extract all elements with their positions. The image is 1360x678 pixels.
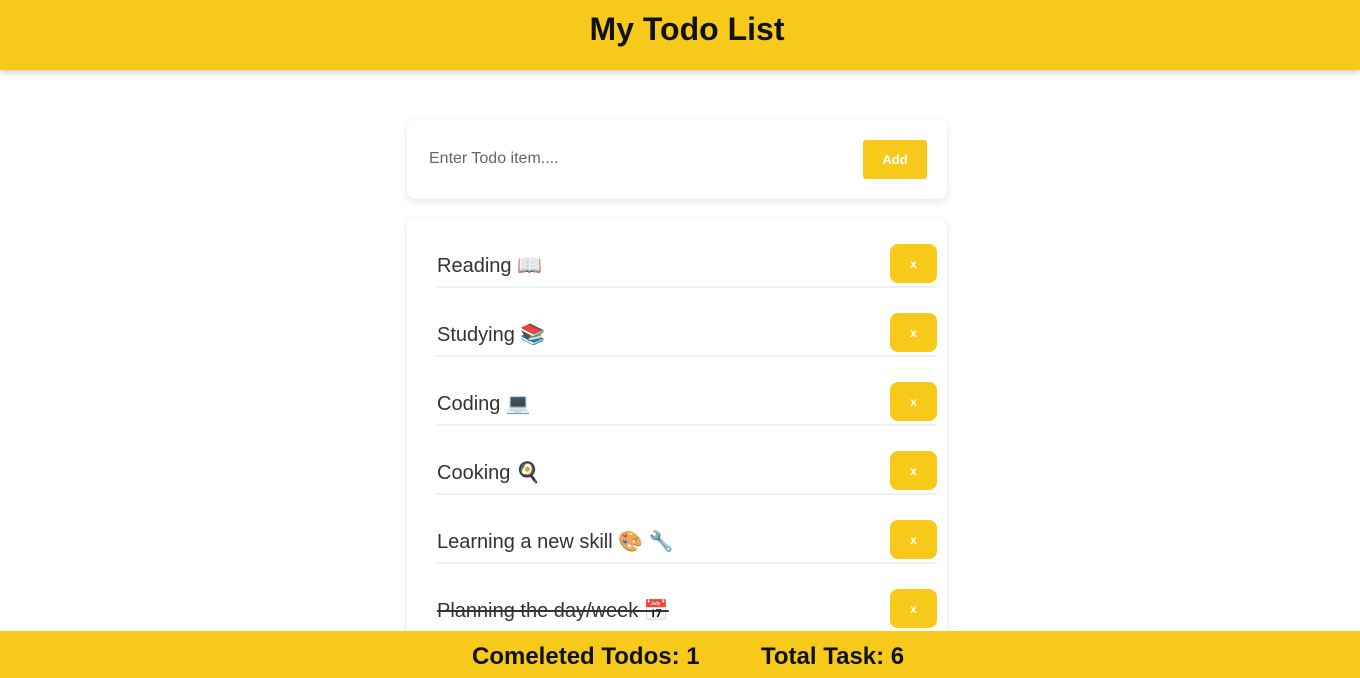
todo-item: Cooking 🍳 x — [437, 451, 937, 495]
todo-item: Planning the day/week 📅 x — [437, 589, 937, 633]
delete-button[interactable]: x — [890, 589, 937, 628]
delete-button[interactable]: x — [890, 313, 937, 352]
todo-item-text[interactable]: Cooking 🍳 — [437, 460, 541, 485]
todo-item-text[interactable]: Planning the day/week 📅 — [437, 598, 669, 623]
add-button[interactable]: Add — [863, 140, 927, 179]
app-header: My Todo List — [0, 0, 1360, 70]
todo-item-text[interactable]: Learning a new skill 🎨 🔧 — [437, 529, 674, 554]
todo-item: Coding 💻 x — [437, 382, 937, 426]
delete-button[interactable]: x — [890, 451, 937, 490]
page-title: My Todo List — [589, 11, 785, 47]
todo-list: Reading 📖 x Studying 📚 x Coding 💻 x Cook… — [407, 219, 947, 659]
delete-button[interactable]: x — [890, 520, 937, 559]
todo-input[interactable] — [429, 144, 829, 174]
delete-button[interactable]: x — [890, 244, 937, 283]
todo-item: Reading 📖 x — [437, 244, 937, 288]
todo-item-text[interactable]: Studying 📚 — [437, 322, 545, 347]
todo-item: Studying 📚 x — [437, 313, 937, 357]
total-count: Total Task: 6 — [761, 643, 905, 670]
delete-button[interactable]: x — [890, 382, 937, 421]
todo-item-text[interactable]: Coding 💻 — [437, 391, 531, 416]
completed-count: Comeleted Todos: 1 — [472, 643, 700, 670]
add-todo-form: Add — [407, 120, 947, 199]
stats-footer: Comeleted Todos: 1 Total Task: 6 — [0, 631, 1360, 678]
todo-item-text[interactable]: Reading 📖 — [437, 253, 542, 278]
todo-item: Learning a new skill 🎨 🔧 x — [437, 520, 937, 564]
